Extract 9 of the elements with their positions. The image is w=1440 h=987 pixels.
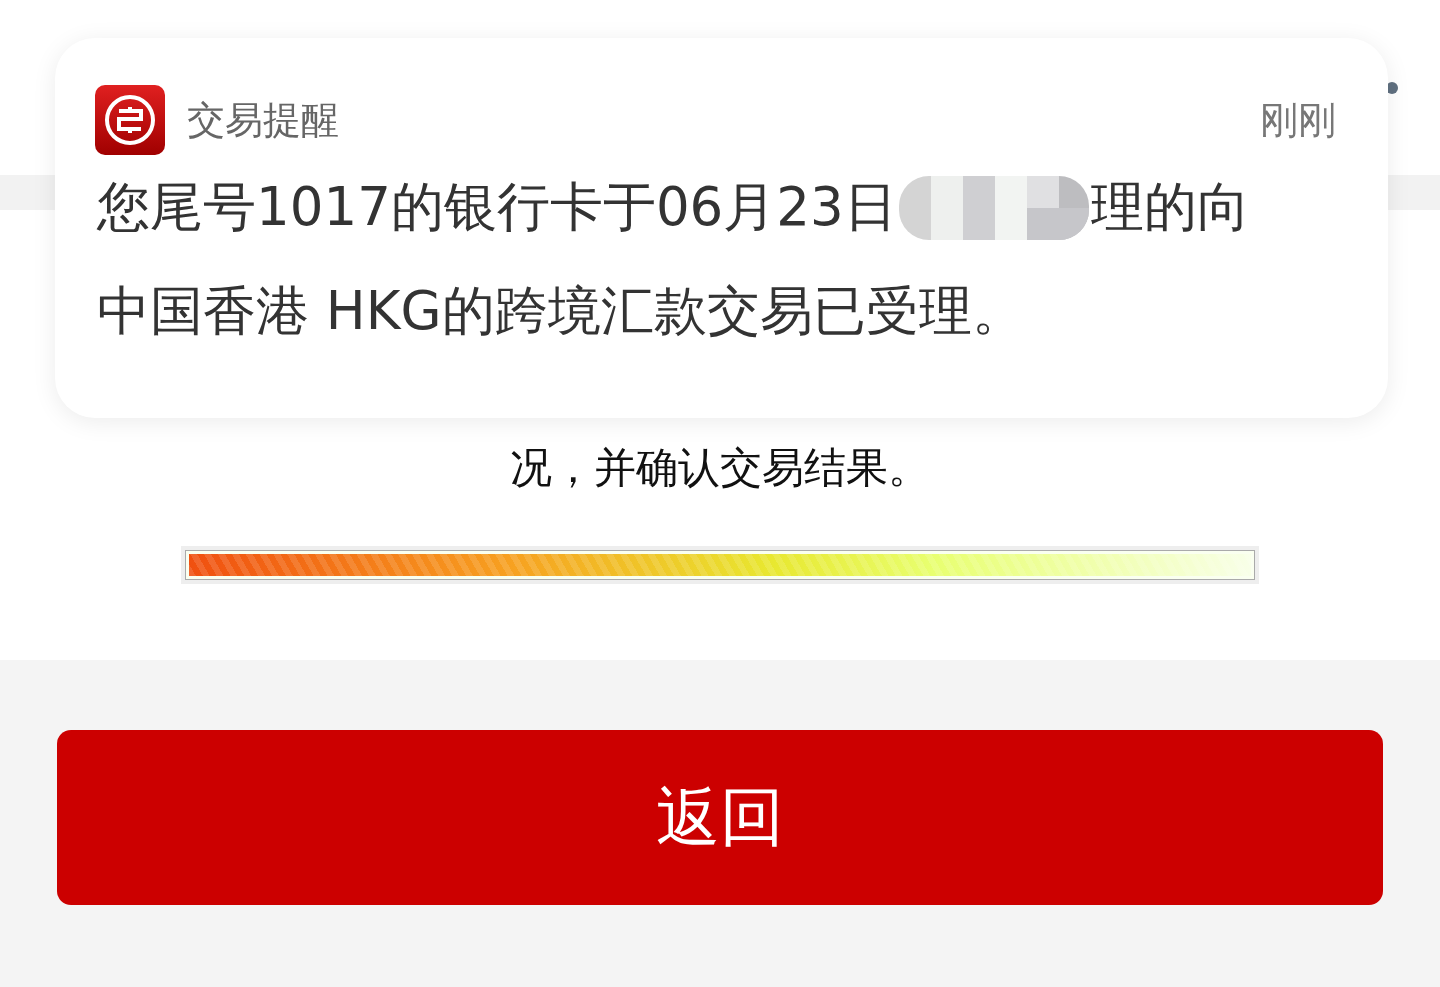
message-text: 理的向 [1090, 175, 1250, 239]
message-text: 您尾号1017的银行卡于06月23日 [97, 175, 897, 239]
bank-logo-icon [95, 85, 165, 155]
message-text: 中国香港 HKG的跨境汇款交易已受理。 [97, 279, 1025, 343]
notification-time: 刚刚 [1260, 96, 1336, 144]
notification-app-name: 交易提醒 [187, 96, 340, 144]
instruction-text: 况，并确认交易结果。 [510, 443, 930, 493]
back-button[interactable]: 返回 [57, 730, 1383, 905]
notification-card[interactable]: 交易提醒 刚刚 您尾号1017的银行卡于06月23日 理的向 中国香港 HKG的跨境汇款交易已受理。 [55, 38, 1388, 418]
